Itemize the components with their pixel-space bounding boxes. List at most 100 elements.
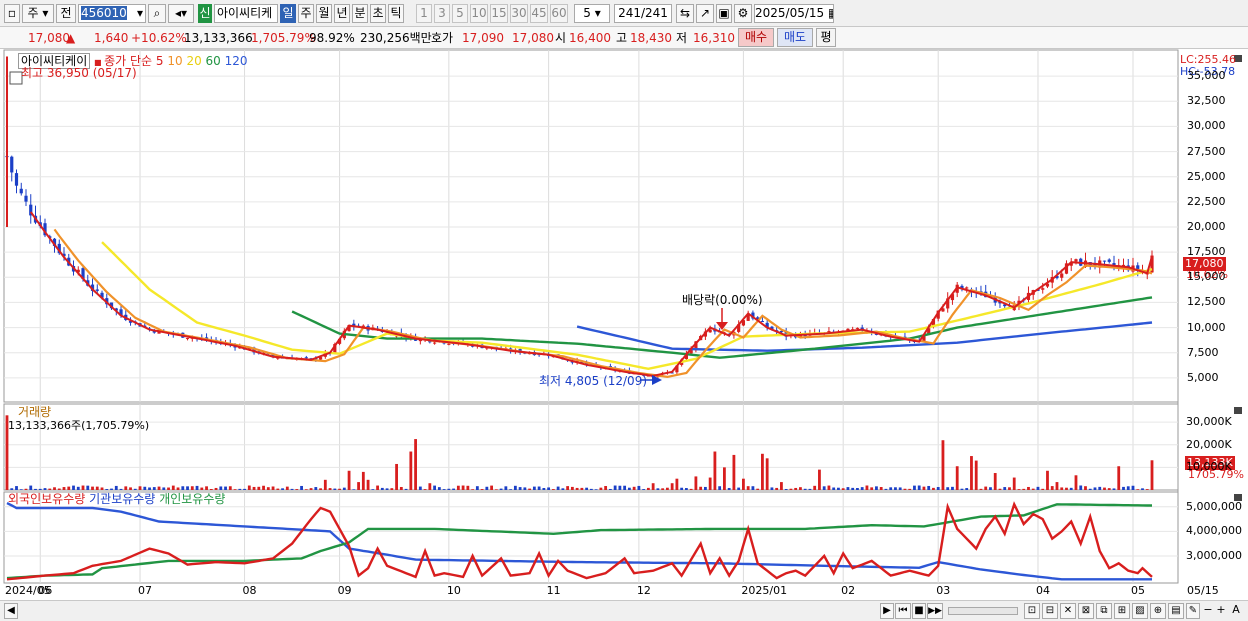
scroll-left-icon[interactable]: ◀ — [4, 603, 18, 619]
price-tick-4: 25,000 — [1187, 169, 1226, 183]
individual-holdings-label: 개인보유수량 — [159, 492, 226, 506]
pencil-icon[interactable]: ✎ — [1186, 603, 1200, 619]
volume-bar — [974, 460, 978, 490]
volume-bar — [684, 488, 688, 490]
volume-bar — [328, 488, 332, 490]
volume-bar — [490, 485, 494, 490]
volume-bar — [1041, 488, 1045, 490]
cut-icon[interactable]: ⊠ — [1078, 603, 1094, 619]
grid-icon[interactable]: ⊞ — [1114, 603, 1130, 619]
save-image-icon[interactable]: ▤ — [1168, 603, 1184, 619]
volume-bar — [898, 487, 902, 490]
zoom-slider[interactable] — [948, 607, 1018, 615]
volume-bar — [224, 486, 227, 490]
zoom-in-icon[interactable]: ⊡ — [1024, 603, 1040, 619]
volume-bar — [86, 485, 90, 490]
volume-bar — [24, 488, 28, 490]
volume-bar — [613, 485, 617, 490]
volume-bar — [81, 485, 85, 490]
volume-bar — [528, 488, 532, 490]
volume-bar — [1141, 488, 1144, 490]
link-icon[interactable]: ⊕ — [1150, 603, 1166, 619]
volume-bar — [15, 486, 18, 490]
stock-chart-canvas[interactable] — [0, 0, 1248, 621]
volume-bar — [200, 487, 204, 490]
volume-bar — [380, 487, 384, 490]
volume-bar — [186, 486, 189, 490]
volume-bar — [704, 486, 707, 490]
volume-bar — [228, 486, 232, 490]
volume-bar — [642, 489, 646, 490]
price-tick-3: 27,500 — [1187, 144, 1226, 158]
candle-body — [10, 156, 14, 173]
volume-bar — [205, 486, 208, 490]
volume-bar — [1012, 477, 1016, 490]
volume-bar — [927, 485, 931, 490]
volume-bar — [856, 487, 859, 490]
volume-bar — [532, 486, 536, 490]
volume-bar — [214, 487, 218, 490]
volume-bar — [589, 488, 593, 490]
candle-body — [447, 343, 451, 345]
panel-close-icon-0 — [1234, 407, 1242, 414]
volume-bar — [148, 487, 151, 490]
x-tick-7: 12 — [636, 584, 651, 597]
volume-bar — [794, 487, 798, 490]
volume-bar — [447, 488, 451, 490]
candle-body — [855, 327, 860, 329]
fast-forward-icon[interactable]: ▶▶ — [927, 603, 943, 619]
x-tick-3: 08 — [242, 584, 257, 597]
holdings-legend: 외국인보유수량 기관보유수량 개인보유수량 — [8, 492, 225, 506]
volume-bar — [499, 488, 503, 490]
rewind-icon[interactable]: ⏮ — [895, 603, 911, 619]
volume-panel-frame — [3, 403, 1179, 491]
volume-bar — [309, 488, 313, 490]
volume-bar — [742, 478, 745, 490]
candle-body — [185, 338, 190, 340]
minus-icon[interactable]: − — [1202, 603, 1214, 619]
volume-bar — [561, 488, 565, 490]
image-icon[interactable]: ▨ — [1132, 603, 1148, 619]
volume-bar — [670, 483, 674, 490]
zoom-out-icon[interactable]: ⊟ — [1042, 603, 1058, 619]
volume-panel-title: 거래량 — [18, 405, 52, 419]
volume-bar — [105, 489, 109, 490]
plus-icon[interactable]: + — [1215, 603, 1227, 619]
font-size-icon[interactable]: A — [1229, 603, 1243, 619]
cursor-icon[interactable]: ✕ — [1060, 603, 1076, 619]
volume-bar — [110, 488, 113, 490]
volume-bar — [1055, 482, 1059, 490]
volume-bar — [761, 453, 764, 490]
volume-bar — [385, 488, 389, 490]
copy-icon[interactable]: ⧉ — [1096, 603, 1112, 619]
volume-bar — [846, 487, 850, 490]
volume-bar — [1031, 488, 1035, 490]
x-tick-13: 05/15 — [1187, 584, 1219, 597]
volume-bar — [67, 486, 71, 490]
legend-item-2: 20 — [186, 54, 206, 68]
volume-bar — [91, 486, 94, 490]
volume-bar — [1103, 487, 1106, 490]
volume-bar — [62, 487, 66, 490]
volume-bar — [875, 486, 878, 490]
volume-bar — [290, 488, 294, 490]
chart-scroll-bar: ◀ ▶ ⏮ ■ ▶▶ ⊡ ⊟ ✕ ⊠ ⧉ ⊞ ▨ ⊕ ▤ ✎ − + A — [0, 600, 1248, 621]
volume-bar — [960, 488, 964, 490]
volume-bar — [433, 485, 436, 490]
volume-bar — [784, 488, 788, 490]
volume-bar — [48, 488, 52, 490]
volume-bar — [423, 489, 427, 490]
volume-bar — [1050, 486, 1054, 490]
volume-bar — [399, 486, 403, 490]
price-tick-7: 17,500 — [1187, 245, 1226, 259]
volume-bar — [57, 488, 61, 490]
volume-bar — [789, 488, 793, 490]
volume-bar — [195, 485, 199, 490]
volume-bar — [860, 487, 864, 490]
candle-body — [1060, 273, 1064, 278]
volume-bar — [1117, 466, 1121, 490]
play-icon[interactable]: ▶ — [880, 603, 894, 619]
volume-bar — [656, 488, 660, 490]
stop-icon[interactable]: ■ — [912, 603, 926, 619]
volume-bar — [542, 487, 546, 490]
